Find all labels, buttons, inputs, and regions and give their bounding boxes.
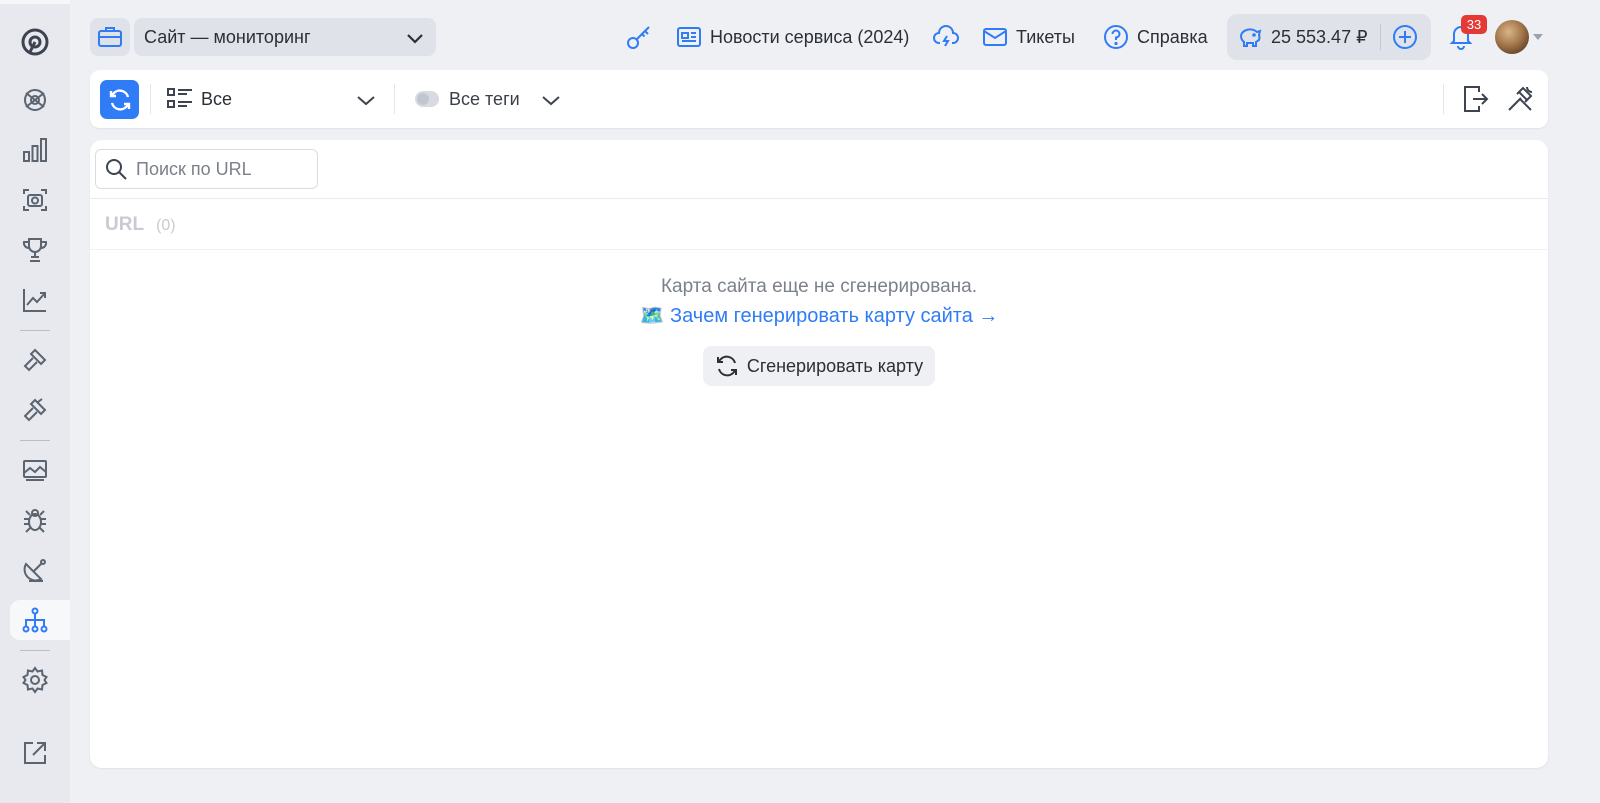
filter-select[interactable]: Все xyxy=(167,84,377,114)
chevron-down-icon xyxy=(357,96,375,106)
trend-icon[interactable] xyxy=(10,280,70,320)
export-icon[interactable] xyxy=(1461,84,1489,114)
sidebar xyxy=(0,0,70,803)
divider xyxy=(90,198,1548,199)
images-icon[interactable] xyxy=(10,450,70,490)
balance-widget[interactable]: 25 553.47 ₽ xyxy=(1227,14,1431,60)
help-icon xyxy=(1104,25,1128,49)
url-header-label: URL xyxy=(105,214,145,235)
key-button[interactable] xyxy=(626,20,652,54)
balance-value: 25 553.47 ₽ xyxy=(1271,26,1368,47)
search-box[interactable] xyxy=(95,149,318,189)
news-link[interactable]: Новости сервиса (2024) xyxy=(676,20,909,54)
empty-state-message: Карта сайта еще не сгенерирована. xyxy=(660,276,978,297)
refresh-icon xyxy=(716,355,737,377)
project-name: Сайт — мониторинг xyxy=(144,26,311,47)
hammer-icon[interactable] xyxy=(10,340,70,380)
filter-label: Все xyxy=(201,88,233,109)
sidebar-divider xyxy=(20,440,50,441)
tools-icon[interactable] xyxy=(1505,84,1535,114)
toolbar-divider xyxy=(150,84,151,114)
tags-label: Все теги xyxy=(449,88,520,109)
add-funds-icon[interactable] xyxy=(1391,23,1419,51)
satellite-icon[interactable] xyxy=(10,550,70,590)
project-select[interactable]: Сайт — мониторинг xyxy=(134,18,436,56)
bar-chart-icon[interactable] xyxy=(10,130,70,170)
tracking-icon[interactable] xyxy=(10,80,70,120)
bug-icon[interactable] xyxy=(10,500,70,540)
refresh-icon xyxy=(109,88,130,111)
cloud-lightning-icon xyxy=(933,25,959,47)
search-icon xyxy=(106,159,127,180)
chevron-down-icon xyxy=(407,34,423,44)
hammer-alt-icon[interactable] xyxy=(10,390,70,430)
help-label: Справка xyxy=(1137,26,1208,47)
external-link-icon[interactable] xyxy=(10,733,70,773)
divider xyxy=(90,249,1548,250)
tickets-link[interactable]: Тикеты xyxy=(982,20,1075,54)
help-link[interactable]: Справка xyxy=(1103,20,1208,54)
why-generate-link[interactable]: 🗺️ Зачем генерировать карту сайта → xyxy=(90,303,1548,328)
key-icon xyxy=(627,26,650,49)
project-button[interactable] xyxy=(90,18,130,56)
generate-map-label: Сгенерировать карту xyxy=(746,355,924,376)
list-icon xyxy=(167,88,192,108)
sitemap-panel: URL (0) Карта сайта еще не сгенерирована.… xyxy=(90,140,1548,768)
tickets-label: Тикеты xyxy=(1016,26,1075,47)
url-column-header[interactable]: URL (0) xyxy=(105,214,176,236)
camera-icon[interactable] xyxy=(10,180,70,220)
news-label: Новости сервиса (2024) xyxy=(710,26,910,47)
piggy-bank-icon xyxy=(1239,28,1262,47)
search-input[interactable] xyxy=(136,158,306,180)
gear-icon[interactable] xyxy=(10,660,70,700)
url-count: (0) xyxy=(156,217,176,234)
mail-icon xyxy=(983,28,1007,46)
refresh-button[interactable] xyxy=(100,80,139,119)
generate-map-button[interactable]: Сгенерировать карту xyxy=(703,346,935,386)
sitemap-icon[interactable] xyxy=(10,600,70,640)
newspaper-icon xyxy=(677,27,701,47)
caret-down-icon[interactable] xyxy=(1533,33,1543,41)
topbar: Сайт — мониторинг Новости сервиса (2024)… xyxy=(70,0,1600,72)
toolbar-divider xyxy=(394,84,395,114)
toolbar-divider xyxy=(1443,84,1444,114)
sidebar-divider xyxy=(20,650,50,651)
cloud-sync-button[interactable] xyxy=(933,20,959,54)
chevron-down-icon xyxy=(542,96,560,106)
tags-select[interactable]: Все теги xyxy=(415,84,575,114)
briefcase-icon xyxy=(98,27,122,47)
avatar[interactable] xyxy=(1495,20,1529,54)
tags-toggle[interactable] xyxy=(415,91,439,107)
sidebar-divider xyxy=(20,330,50,331)
balance-divider xyxy=(1380,24,1381,50)
notifications-badge: 33 xyxy=(1461,15,1487,34)
trophy-icon[interactable] xyxy=(10,230,70,270)
toolbar: Все Все теги xyxy=(90,70,1548,128)
logo-icon[interactable] xyxy=(10,22,70,62)
